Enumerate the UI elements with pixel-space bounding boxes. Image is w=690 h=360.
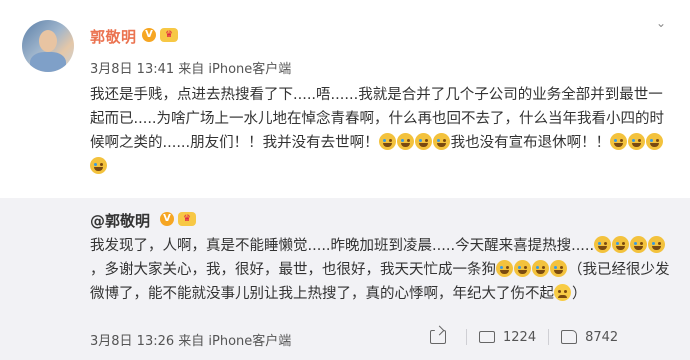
crying-laughing-emoji-icon [610,133,628,150]
crying-laughing-emoji-icon [646,133,664,150]
crying-laughing-emoji-icon [496,260,513,277]
post-timestamp[interactable]: 3月8日 13:41 来自 iPhone客户端 [90,58,291,77]
author-avatar[interactable] [22,20,74,72]
crying-laughing-emoji-icon [550,260,567,277]
crying-laughing-emoji-icon [90,157,107,174]
crying-emoji-icon [648,236,666,253]
avatar-shirt [30,52,66,72]
vip-crown-icon: ♛ [178,212,196,226]
crying-laughing-emoji-icon [514,260,531,277]
crying-laughing-emoji-icon [432,133,450,150]
repost-text-part: ，多谢大家关心，我，很好，最世，也很好，我天天忙成一条狗 [90,262,496,278]
chevron-down-icon[interactable]: ⌄ [656,17,670,29]
action-divider [466,329,467,345]
crying-laughing-emoji-icon [378,133,396,150]
crying-emoji-icon [630,236,648,253]
repost-timestamp[interactable]: 3月8日 13:26 来自 iPhone客户端 [90,330,291,349]
like-count[interactable]: 8742 [585,330,618,345]
comment-icon[interactable] [479,331,495,343]
repost-text-part: ） [572,286,587,302]
repost-text-part: 我发现了，人啊，真是不能睡懒觉.....昨晚加班到凌晨.....今天醒来喜提热搜… [90,238,595,254]
vip-crown-icon: ♛ [160,28,178,42]
crying-laughing-emoji-icon [396,133,414,150]
repost-text: 我发现了，人啊，真是不能睡懒觉.....昨晚加班到凌晨.....今天醒来喜提热搜… [90,234,680,306]
comment-count[interactable]: 1224 [503,330,536,345]
action-divider [548,329,550,345]
post-text-part: 我也没有宣布退休啊！！ [450,135,611,151]
crying-emoji-icon [594,236,612,253]
author-name[interactable]: 郭敬明 [90,26,137,47]
verified-icon: V [142,28,156,42]
crying-emoji-icon [612,236,630,253]
sad-emoji-icon [554,284,571,301]
repost-actions: 1224 8742 [430,329,618,345]
crying-laughing-emoji-icon [628,133,646,150]
avatar-face [39,30,57,52]
repost-author-name[interactable]: @郭敬明 [90,210,150,231]
verified-icon: V [160,212,174,226]
post-text: 我还是手贱，点进去热搜看了下.....唔......我就是合并了几个子公司的业务… [90,83,665,179]
like-icon[interactable] [561,330,578,344]
share-icon[interactable] [430,330,446,344]
weibo-post: 郭敬明 V ♛ ⌄ 3月8日 13:41 来自 iPhone客户端 我还是手贱，… [0,0,690,360]
crying-laughing-emoji-icon [532,260,549,277]
crying-laughing-emoji-icon [414,133,432,150]
